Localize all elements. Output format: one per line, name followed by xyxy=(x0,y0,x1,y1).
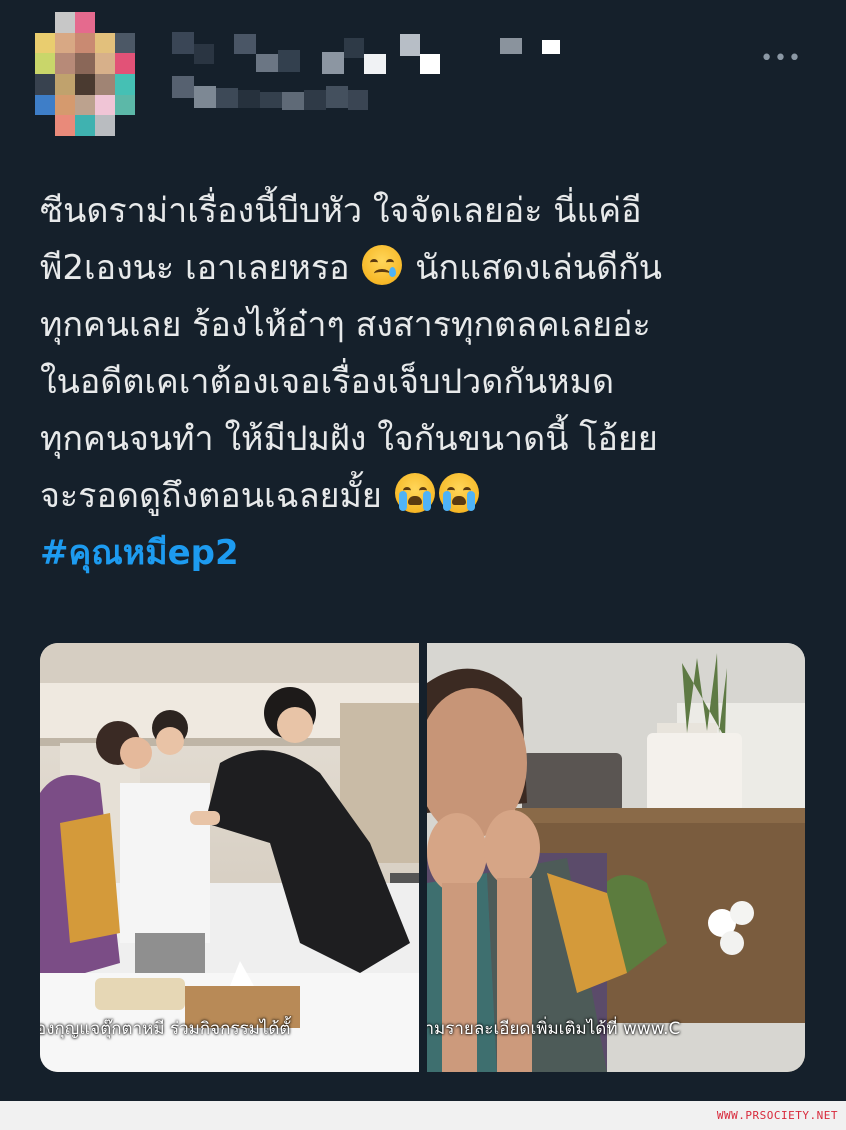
tweet-line: ทุกคนจนทำ ให้มีปมฝัง ใจกันขนาดนี้ โอ้ยย xyxy=(40,419,658,459)
more-options-icon[interactable]: ••• xyxy=(760,46,802,71)
tweet-line: จะรอดดูถึงตอนเฉลยมั้ย xyxy=(40,468,820,525)
kitchen-scene-illustration xyxy=(40,643,419,1072)
blurred-username[interactable] xyxy=(172,30,572,120)
tweet-line-part: นักแสดงเล่นดีกัน xyxy=(415,248,663,288)
loudly-crying-face-emoji-icon xyxy=(438,473,479,513)
tweet-line-part: จะรอดดูถึงตอนเฉลยมั้ย xyxy=(40,476,382,516)
video-subtitle: ามรายละเอียดเพิ่มเติมได้ที่ www.C xyxy=(426,1019,681,1039)
crying-scene-illustration xyxy=(426,643,805,1072)
avatar[interactable] xyxy=(35,12,155,136)
tweet-screenshot: ••• ซีนดราม่าเรื่องนี้บีบหัว ใจจัดเลยอ่ะ… xyxy=(0,0,846,1130)
tweet-line: พี2เองนะ เอาเลยหรอ นักแสดงเล่นดีกัน xyxy=(40,240,820,297)
tweet-line: ทุกคนเลย ร้องไห้อ๋าๆ สงสารทุกตลคเลยอ่ะ xyxy=(40,305,651,345)
loudly-crying-face-emoji-icon xyxy=(394,473,435,513)
tweet-line-part: พี2เองนะ เอาเลยหรอ xyxy=(40,248,350,288)
tweet-text: ซีนดราม่าเรื่องนี้บีบหัว ใจจัดเลยอ่ะ นี่… xyxy=(40,183,820,582)
media-photo-crying-scene[interactable]: ามรายละเอียดเพิ่มเติมได้ที่ www.C xyxy=(426,643,805,1072)
footer-bar: WWW.PRSOCIETY.NET xyxy=(0,1101,846,1130)
video-subtitle: องกุญแจตุ๊กตาหมี ร่วมกิจกรรมได้ตั้ xyxy=(40,1019,291,1039)
crying-face-emoji-icon xyxy=(362,245,403,285)
tweet-line: ซีนดราม่าเรื่องนี้บีบหัว ใจจัดเลยอ่ะ นี่… xyxy=(40,191,642,231)
tweet-line: ในอดีตเคเาต้องเจอเรื่องเจ็บปวดกันหมด xyxy=(40,362,615,402)
media-grid: องกุญแจตุ๊กตาหมี ร่วมกิจกรรมได้ตั้ ามราย… xyxy=(40,643,805,1072)
watermark-text: WWW.PRSOCIETY.NET xyxy=(716,1109,838,1122)
hashtag-link[interactable]: #คุณหมีep2 xyxy=(40,525,820,582)
media-photo-kitchen-scene[interactable]: องกุญแจตุ๊กตาหมี ร่วมกิจกรรมได้ตั้ xyxy=(40,643,419,1072)
